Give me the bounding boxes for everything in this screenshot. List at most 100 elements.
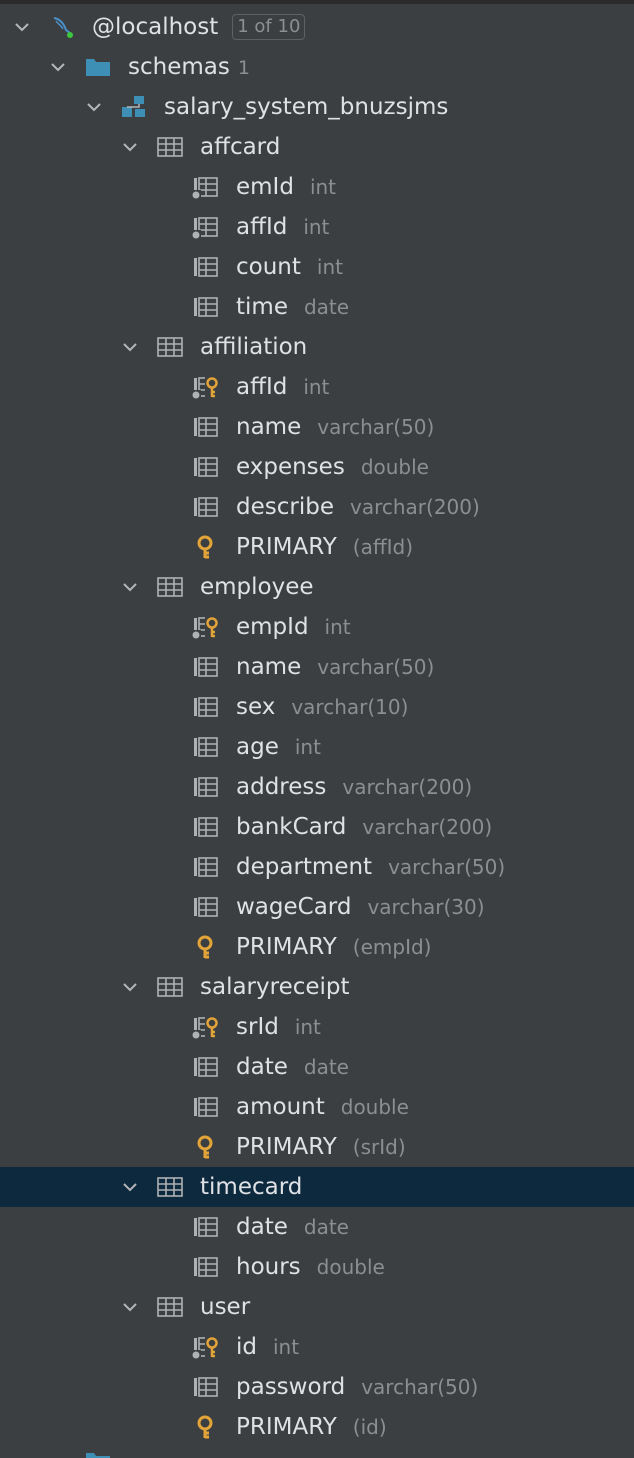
column-label: sex varchar(10) <box>236 687 408 727</box>
column-icon <box>194 857 218 877</box>
database-tree[interactable]: @localhost 1 of 10 schemas 1 salary_system… <box>0 7 634 1447</box>
column-label: wageCard varchar(30) <box>236 887 485 927</box>
schema-icon <box>122 96 145 117</box>
tree-node-column[interactable]: name varchar(50) <box>0 647 634 687</box>
tree-node-schemas[interactable]: schemas 1 <box>0 47 634 87</box>
tables-list: affcard emId int affId int count int time da… <box>0 127 634 1447</box>
table-icon <box>157 977 183 997</box>
tree-node-column[interactable]: hours double <box>0 1247 634 1287</box>
column-name: department <box>236 854 373 880</box>
tree-node-column[interactable]: PRIMARY (empId) <box>0 927 634 967</box>
tree-node-column[interactable]: expenses double <box>0 447 634 487</box>
column-icon <box>194 417 218 437</box>
column-name: bankCard <box>236 814 347 840</box>
column-type: varchar(50) <box>361 1375 479 1399</box>
column-icon <box>194 297 218 317</box>
column-name: time <box>236 294 288 320</box>
tree-node-column[interactable]: id int <box>0 1327 634 1367</box>
tree-node-column[interactable]: sex varchar(10) <box>0 687 634 727</box>
key-icon <box>197 1415 213 1439</box>
column-type: (empId) <box>352 935 432 959</box>
tree-node-localhost[interactable]: @localhost 1 of 10 <box>0 7 634 47</box>
tree-node-column[interactable]: password varchar(50) <box>0 1367 634 1407</box>
column-label: affId int <box>236 367 329 407</box>
chevron-down-icon[interactable] <box>12 17 32 37</box>
tree-node-column[interactable]: name varchar(50) <box>0 407 634 447</box>
table-icon <box>157 1177 183 1197</box>
tree-node-column[interactable]: empId int <box>0 607 634 647</box>
chevron-down-icon[interactable] <box>120 137 140 157</box>
tree-node-column[interactable]: describe varchar(200) <box>0 487 634 527</box>
column-label: bankCard varchar(200) <box>236 807 492 847</box>
column-label: address varchar(200) <box>236 767 472 807</box>
column-icon <box>194 1057 218 1077</box>
table-icon <box>157 577 183 597</box>
tree-node-column[interactable]: department varchar(50) <box>0 847 634 887</box>
tree-node-column[interactable]: emId int <box>0 167 634 207</box>
tree-node-column[interactable]: date date <box>0 1207 634 1247</box>
column-type: int <box>324 615 351 639</box>
tree-node-column[interactable]: PRIMARY (id) <box>0 1407 634 1447</box>
column-icon <box>194 897 218 917</box>
column-name: age <box>236 734 279 760</box>
tree-node-column[interactable]: affId int <box>0 207 634 247</box>
tree-node-column[interactable]: time date <box>0 287 634 327</box>
column-icon <box>194 697 218 717</box>
chevron-down-icon[interactable] <box>120 977 140 997</box>
tree-node-column[interactable]: address varchar(200) <box>0 767 634 807</box>
column-type: varchar(200) <box>349 495 480 519</box>
tree-node-table-employee[interactable]: employee <box>0 567 634 607</box>
folder-icon <box>86 1453 110 1458</box>
tree-node-column[interactable]: date date <box>0 1047 634 1087</box>
tree-node-column[interactable]: amount double <box>0 1087 634 1127</box>
column-name: amount <box>236 1094 325 1120</box>
table-icon <box>157 337 183 357</box>
chevron-down-icon[interactable] <box>120 337 140 357</box>
column-name: PRIMARY <box>236 1414 337 1440</box>
column-type: varchar(50) <box>388 855 506 879</box>
schemas-count: 1 <box>237 57 250 79</box>
tree-node-table-user[interactable]: user <box>0 1287 634 1327</box>
tree-node-column[interactable]: bankCard varchar(200) <box>0 807 634 847</box>
chevron-down-icon[interactable] <box>120 1297 140 1317</box>
tree-node-column[interactable]: PRIMARY (affId) <box>0 527 634 567</box>
column-label: date date <box>236 1047 349 1087</box>
column-label: expenses double <box>236 447 429 487</box>
tree-node-column[interactable]: count int <box>0 247 634 287</box>
key-icon <box>197 1135 213 1159</box>
column-label: PRIMARY (affId) <box>236 527 413 567</box>
column-type: int <box>309 175 337 199</box>
column-icon <box>194 257 218 277</box>
chevron-down-icon[interactable] <box>48 57 68 77</box>
foreign-key-column-icon <box>192 217 218 239</box>
tree-node-column[interactable]: affId int <box>0 367 634 407</box>
column-name: describe <box>236 494 334 520</box>
tree-node-column[interactable]: PRIMARY (srId) <box>0 1127 634 1167</box>
tree-node-column[interactable]: srId int <box>0 1007 634 1047</box>
column-type: varchar(30) <box>367 895 485 919</box>
column-label: amount double <box>236 1087 409 1127</box>
tree-node-column[interactable]: age int <box>0 727 634 767</box>
column-name: hours <box>236 1254 301 1280</box>
column-name: empId <box>236 614 309 640</box>
tree-node-column[interactable]: wageCard varchar(30) <box>0 887 634 927</box>
column-name: address <box>236 774 327 800</box>
tree-node-table-affiliation[interactable]: affiliation <box>0 327 634 367</box>
chevron-down-icon[interactable] <box>120 1177 140 1197</box>
tree-node-table-affcard[interactable]: affcard <box>0 127 634 167</box>
chevron-down-icon[interactable] <box>84 97 104 117</box>
column-label: affId int <box>236 207 329 247</box>
tree-node-schema[interactable]: salary_system_bnuzsjms <box>0 87 634 127</box>
column-name: name <box>236 414 302 440</box>
column-icon <box>194 1217 218 1237</box>
column-type: int <box>273 1335 300 1359</box>
column-icon <box>194 457 218 477</box>
schemas-label: schemas 1 <box>128 47 250 88</box>
column-name: affId <box>236 374 288 400</box>
column-type: double <box>316 1255 385 1279</box>
column-type: varchar(10) <box>291 695 409 719</box>
tree-node-table-salaryreceipt[interactable]: salaryreceipt <box>0 967 634 1007</box>
tree-node-table-timecard[interactable]: timecard <box>0 1167 634 1207</box>
folder-icon <box>86 59 110 76</box>
chevron-down-icon[interactable] <box>120 577 140 597</box>
